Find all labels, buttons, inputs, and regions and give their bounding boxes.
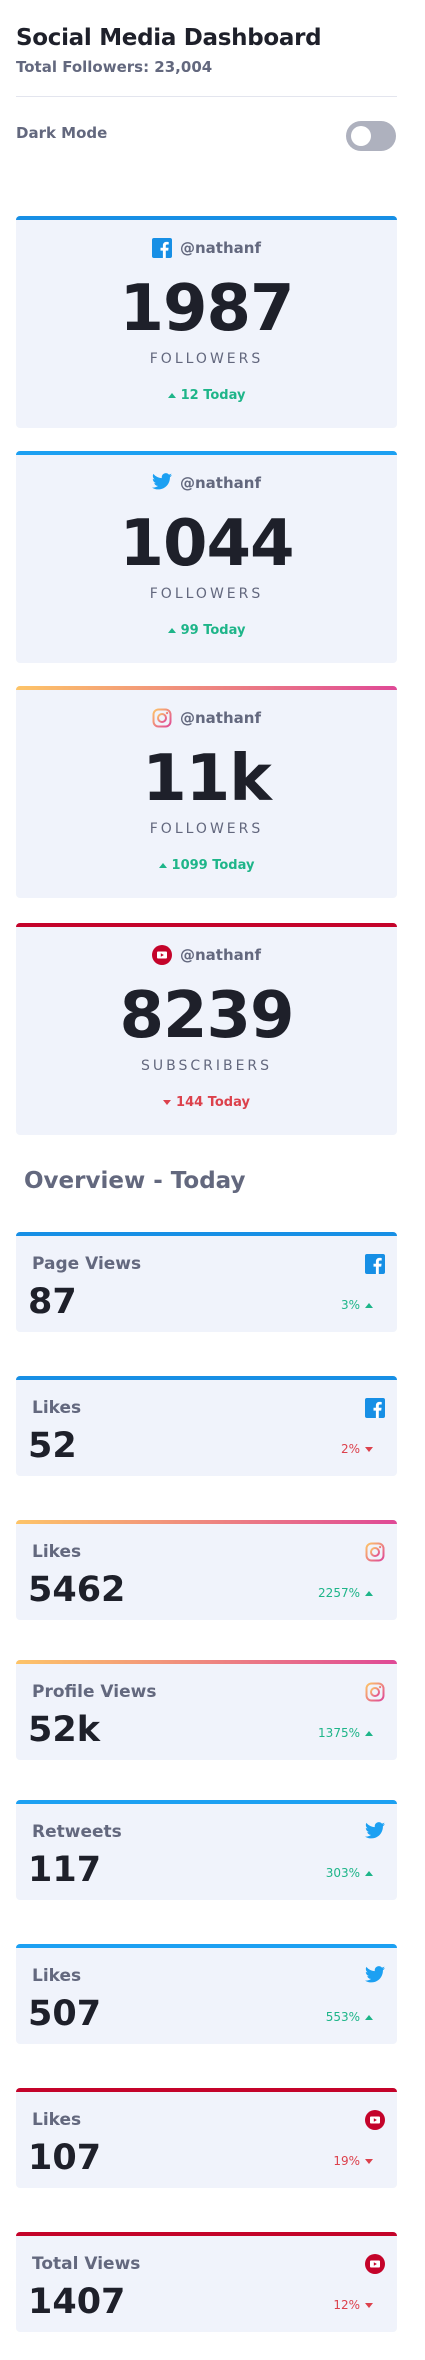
dark-mode-toggle[interactable] xyxy=(346,121,396,151)
card-accent-bar xyxy=(16,923,397,927)
follower-unit: FOLLOWERS xyxy=(149,821,264,837)
card-accent-bar xyxy=(16,216,397,220)
metric-label: Profile Views xyxy=(32,1682,157,1702)
trend-arrow-icon xyxy=(365,1446,373,1452)
follower-card-instagram[interactable]: @nathanf 11k FOLLOWERS 1099 Today xyxy=(16,686,397,898)
account-handle: @nathanf xyxy=(180,709,261,727)
youtube-icon xyxy=(365,2110,385,2130)
overview-title: Overview - Today xyxy=(24,1168,246,1194)
overview-card-facebook-likes[interactable]: Likes 52 2% xyxy=(16,1376,397,1476)
card-accent-bar xyxy=(16,1800,397,1804)
card-accent-bar xyxy=(16,686,397,690)
trend-arrow-icon xyxy=(167,393,176,398)
metric-value: 87 xyxy=(28,1282,77,1322)
metric-value: 5462 xyxy=(28,1570,126,1610)
account-handle: @nathanf xyxy=(180,239,261,257)
card-accent-bar xyxy=(16,2232,397,2236)
overview-card-twitter-retweets[interactable]: Retweets 117 303% xyxy=(16,1800,397,1900)
trend-arrow-icon xyxy=(365,1590,373,1596)
today-change: 1099 Today xyxy=(16,858,397,873)
card-accent-bar xyxy=(16,1660,397,1664)
overview-card-facebook-page-views[interactable]: Page Views 87 3% xyxy=(16,1232,397,1332)
metric-label: Likes xyxy=(32,1542,82,1562)
follower-card-youtube[interactable]: @nathanf 8239 SUBSCRIBERS 144 Today xyxy=(16,923,397,1135)
metric-change: 2257% xyxy=(318,1586,373,1600)
today-change: 99 Today xyxy=(16,623,397,638)
metric-label: Total Views xyxy=(32,2254,141,2274)
facebook-icon xyxy=(152,238,172,258)
metric-change: 1375% xyxy=(318,1726,373,1740)
metric-change: 2% xyxy=(341,1442,373,1456)
today-change: 12 Today xyxy=(16,388,397,403)
card-accent-bar xyxy=(16,1944,397,1948)
youtube-icon xyxy=(365,2254,385,2274)
metric-change: 553% xyxy=(326,2010,373,2024)
overview-card-youtube-likes[interactable]: Likes 107 19% xyxy=(16,2088,397,2188)
trend-arrow-icon xyxy=(158,863,167,868)
card-accent-bar xyxy=(16,1376,397,1380)
overview-card-instagram-profile-views[interactable]: Profile Views 52k 1375% xyxy=(16,1660,397,1760)
total-followers: Total Followers: 23,004 xyxy=(16,58,213,76)
metric-value: 117 xyxy=(28,1850,102,1890)
metric-change: 12% xyxy=(333,2298,373,2312)
overview-card-youtube-total-views[interactable]: Total Views 1407 12% xyxy=(16,2232,397,2332)
trend-arrow-icon xyxy=(365,1730,373,1736)
follower-unit: SUBSCRIBERS xyxy=(140,1058,273,1074)
account-handle: @nathanf xyxy=(180,474,261,492)
trend-arrow-icon xyxy=(167,628,176,633)
trend-arrow-icon xyxy=(365,1870,373,1876)
today-change: 144 Today xyxy=(16,1095,397,1110)
card-accent-bar xyxy=(16,1232,397,1236)
metric-label: Retweets xyxy=(32,1822,122,1842)
twitter-icon xyxy=(365,1966,385,1986)
trend-arrow-icon xyxy=(365,2158,373,2164)
metric-change: 303% xyxy=(326,1866,373,1880)
header-divider xyxy=(16,96,397,97)
metric-value: 52k xyxy=(28,1710,100,1750)
metric-value: 52 xyxy=(28,1426,77,1466)
metric-label: Page Views xyxy=(32,1254,142,1274)
metric-label: Likes xyxy=(32,2110,82,2130)
follower-card-facebook[interactable]: @nathanf 1987 FOLLOWERS 12 Today xyxy=(16,216,397,428)
trend-arrow-icon xyxy=(163,1100,172,1105)
metric-label: Likes xyxy=(32,1966,82,1986)
metric-value: 107 xyxy=(28,2138,102,2178)
follower-count: 1987 xyxy=(119,272,294,346)
overview-card-instagram-likes[interactable]: Likes 5462 2257% xyxy=(16,1520,397,1620)
card-accent-bar xyxy=(16,451,397,455)
metric-value: 1407 xyxy=(28,2282,126,2322)
metric-label: Likes xyxy=(32,1398,82,1418)
page-title: Social Media Dashboard xyxy=(16,25,322,51)
youtube-icon xyxy=(152,945,172,965)
trend-arrow-icon xyxy=(365,1302,373,1308)
instagram-icon xyxy=(152,708,172,728)
follower-unit: FOLLOWERS xyxy=(149,586,264,602)
trend-arrow-icon xyxy=(365,2302,373,2308)
overview-card-twitter-likes[interactable]: Likes 507 553% xyxy=(16,1944,397,2044)
twitter-icon xyxy=(365,1822,385,1842)
toggle-knob xyxy=(351,126,371,146)
follower-count: 1044 xyxy=(119,507,294,581)
card-accent-bar xyxy=(16,1520,397,1524)
instagram-icon xyxy=(365,1682,385,1702)
instagram-icon xyxy=(365,1542,385,1562)
facebook-icon xyxy=(365,1254,385,1274)
follower-count: 11k xyxy=(142,742,272,816)
follower-unit: FOLLOWERS xyxy=(149,351,264,367)
metric-value: 507 xyxy=(28,1994,102,2034)
follower-count: 8239 xyxy=(119,979,294,1053)
card-accent-bar xyxy=(16,2088,397,2092)
dark-mode-label: Dark Mode xyxy=(16,124,108,142)
metric-change: 19% xyxy=(333,2154,373,2168)
trend-arrow-icon xyxy=(365,2014,373,2020)
twitter-icon xyxy=(152,473,172,493)
facebook-icon xyxy=(365,1398,385,1418)
follower-card-twitter[interactable]: @nathanf 1044 FOLLOWERS 99 Today xyxy=(16,451,397,663)
account-handle: @nathanf xyxy=(180,946,261,964)
metric-change: 3% xyxy=(341,1298,373,1312)
